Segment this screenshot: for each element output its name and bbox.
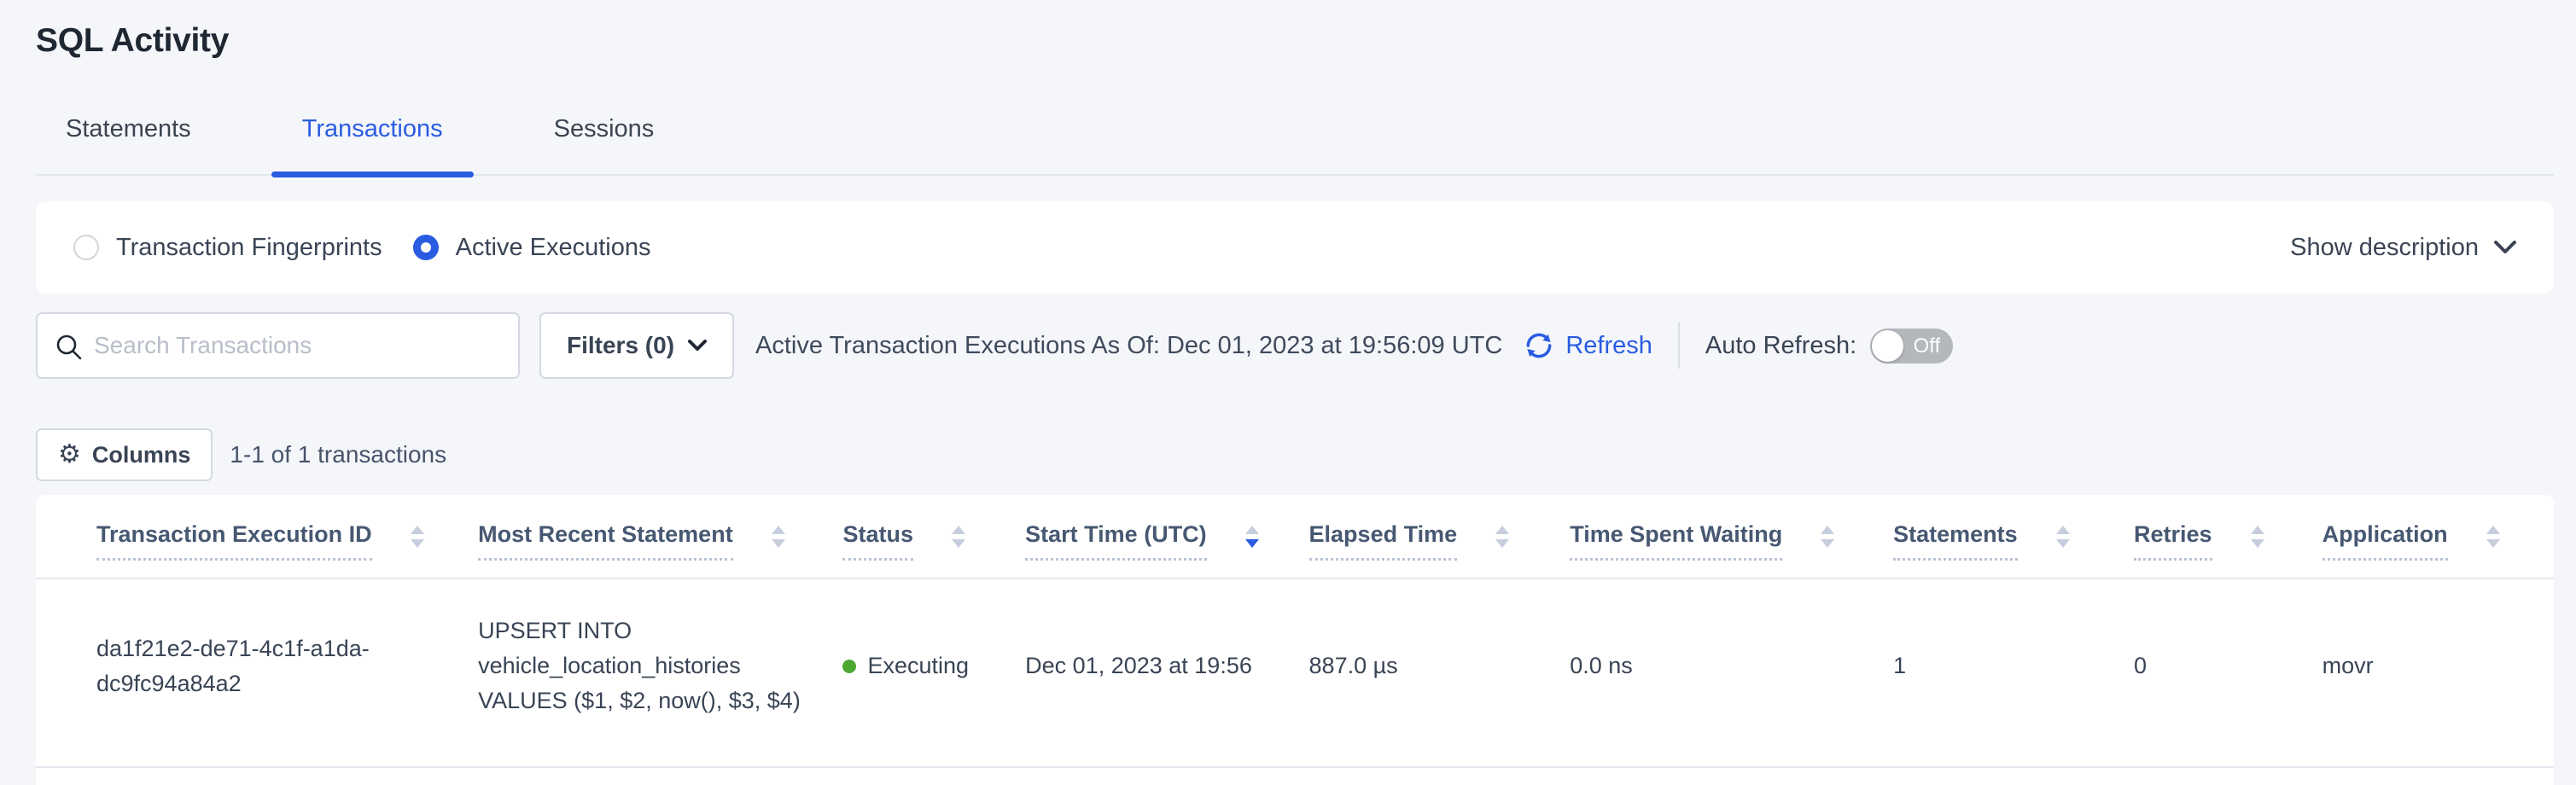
cell-retries: 0 [2134,648,2322,683]
column-header-statements[interactable]: Statements [1893,520,2134,561]
tab-bar: Statements Transactions Sessions [36,114,2554,176]
sort-icon [2251,526,2264,548]
columns-button[interactable]: ⚙︎ Columns [36,428,213,481]
sort-icon [2486,526,2500,548]
show-description-label: Show description [2290,234,2479,262]
chevron-down-icon [2494,241,2516,254]
radio-label: Transaction Fingerprints [116,234,382,262]
sort-icon-active-desc [1245,526,1259,548]
column-header-transaction-execution-id[interactable]: Transaction Execution ID [96,520,478,561]
auto-refresh-toggle[interactable]: Off [1870,329,1953,363]
table-controls: ⚙︎ Columns 1-1 of 1 transactions [36,428,2554,481]
table-row[interactable]: da1f21e2-de71-4c1f-a1da-dc9fc94a84a2 UPS… [36,579,2554,768]
results-count: 1-1 of 1 transactions [230,441,446,468]
radio-label: Active Executions [456,234,651,262]
radio-active-executions[interactable]: Active Executions [413,234,651,262]
page-title: SQL Activity [36,22,2576,60]
tab-sessions[interactable]: Sessions [554,114,655,174]
transactions-table: Transaction Execution ID Most Recent Sta… [36,495,2554,785]
sort-icon [952,526,965,548]
column-header-elapsed-time[interactable]: Elapsed Time [1309,520,1571,561]
sort-icon [772,526,785,548]
cell-transaction-execution-id[interactable]: da1f21e2-de71-4c1f-a1da-dc9fc94a84a2 [96,631,478,701]
search-input[interactable] [38,314,518,377]
radio-transaction-fingerprints[interactable]: Transaction Fingerprints [73,234,382,262]
toolbar: Filters (0) Active Transaction Execution… [36,312,2554,379]
gear-icon: ⚙︎ [58,442,81,468]
auto-refresh-label: Auto Refresh: [1705,332,1856,360]
status-label: Executing [867,648,969,683]
cell-application: movr [2322,648,2528,683]
tab-transactions[interactable]: Transactions [302,114,443,174]
search-box [36,312,520,379]
refresh-button[interactable]: Refresh [1523,329,1652,362]
toggle-state-label: Off [1914,329,1941,363]
column-header-start-time[interactable]: Start Time (UTC) [1025,520,1308,561]
toggle-knob-icon [1872,330,1903,362]
column-header-status[interactable]: Status [842,520,1025,561]
search-icon [55,333,84,362]
column-header-application[interactable]: Application [2322,520,2528,561]
cell-elapsed-time: 887.0 µs [1309,648,1571,683]
table-header-row: Transaction Execution ID Most Recent Sta… [36,495,2554,579]
status-dot-icon [842,660,856,673]
cell-status: Executing [842,648,1025,683]
cell-most-recent-statement: UPSERT INTO vehicle_location_histories V… [478,613,842,718]
sql-activity-page: SQL Activity Statements Transactions Ses… [0,22,2576,785]
filters-button[interactable]: Filters (0) [539,312,734,379]
cell-start-time: Dec 01, 2023 at 19:56 [1025,648,1308,683]
filters-label: Filters (0) [567,332,674,359]
view-mode-card: Transaction Fingerprints Active Executio… [36,201,2554,294]
cell-time-spent-waiting: 0.0 ns [1570,648,1893,683]
refresh-label: Refresh [1565,332,1652,360]
columns-button-label: Columns [92,442,191,468]
chevron-down-icon [688,340,707,352]
sort-icon [411,526,424,548]
show-description-toggle[interactable]: Show description [2290,234,2516,262]
as-of-timestamp: Active Transaction Executions As Of: Dec… [755,332,1502,360]
column-header-retries[interactable]: Retries [2134,520,2322,561]
cell-statements: 1 [1893,648,2134,683]
refresh-icon [1523,329,1555,362]
sort-icon [1821,526,1834,548]
radio-circle-icon [73,235,99,260]
sort-icon [1495,526,1509,548]
sort-icon [2056,526,2070,548]
tab-statements[interactable]: Statements [66,114,191,174]
radio-circle-icon [413,235,439,260]
toolbar-divider [1678,323,1680,369]
column-header-most-recent-statement[interactable]: Most Recent Statement [478,520,842,561]
column-header-time-spent-waiting[interactable]: Time Spent Waiting [1570,520,1893,561]
